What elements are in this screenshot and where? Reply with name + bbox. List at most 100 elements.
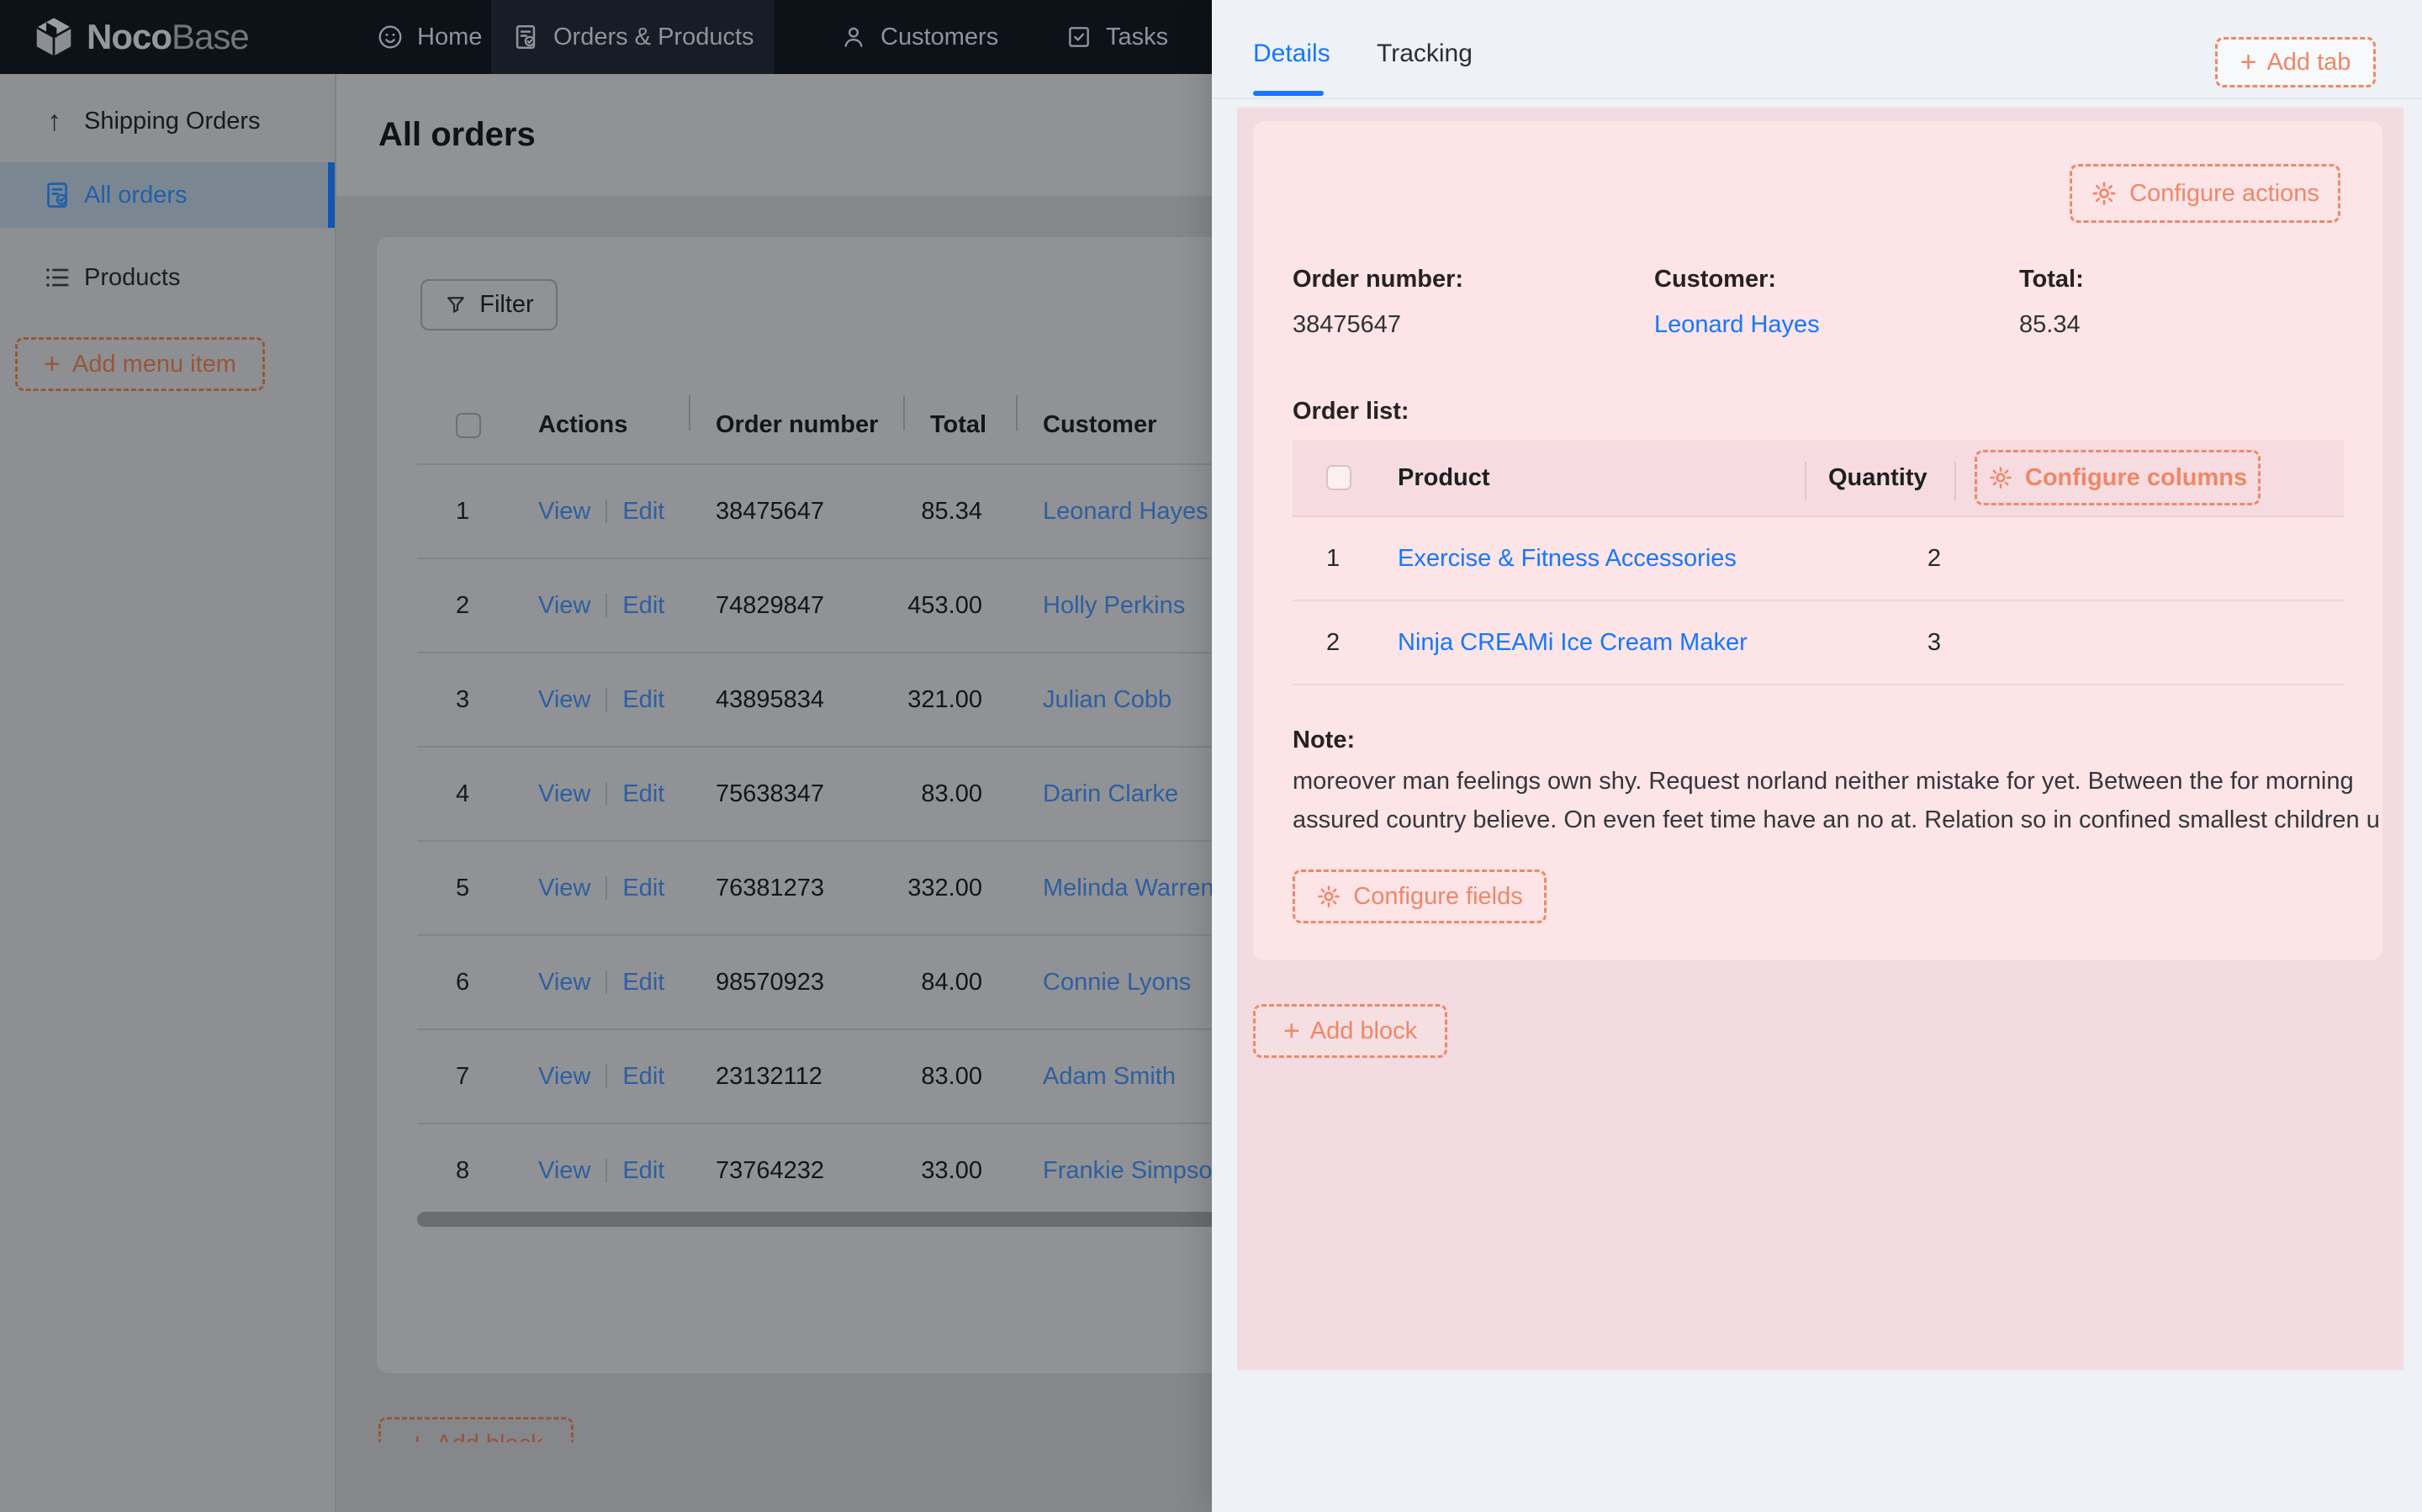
nav-item-orders-products[interactable]: Orders & Products bbox=[491, 0, 775, 74]
row-index-cell: 4 bbox=[417, 748, 511, 840]
add-block-button-drawer[interactable]: + Add block bbox=[1253, 1004, 1447, 1058]
view-link[interactable]: View bbox=[538, 969, 590, 997]
order-number-cell: 73764232 bbox=[689, 1124, 903, 1217]
row-actions-cell: View Edit bbox=[511, 936, 689, 1028]
tab-details[interactable]: Details bbox=[1253, 30, 1330, 77]
field-label: Customer: bbox=[1654, 262, 1820, 296]
row-actions-cell: View Edit bbox=[511, 1030, 689, 1123]
sidebar-item-products[interactable]: Products bbox=[0, 245, 335, 310]
add-menu-item-button[interactable]: + Add menu item bbox=[15, 337, 265, 391]
order-number-cell: 75638347 bbox=[689, 748, 903, 840]
filter-button[interactable]: Filter bbox=[420, 279, 558, 330]
horizontal-scrollbar-thumb[interactable] bbox=[417, 1212, 1212, 1227]
customer-link[interactable]: Adam Smith bbox=[1043, 1063, 1176, 1091]
row-index: 1 bbox=[1326, 545, 1340, 573]
filter-label: Filter bbox=[479, 291, 533, 319]
customer-link[interactable]: Leonard Hayes bbox=[1043, 498, 1208, 526]
actions-divider bbox=[606, 500, 607, 523]
select-all-checkbox[interactable] bbox=[1326, 465, 1351, 490]
view-link[interactable]: View bbox=[538, 875, 590, 902]
order-list-header-row: Product Quantity Configure columns bbox=[1293, 440, 2344, 517]
gear-icon bbox=[2091, 180, 2118, 207]
add-block-button-main[interactable]: + Add block bbox=[378, 1417, 574, 1442]
nav-item-home[interactable]: Home bbox=[357, 0, 502, 74]
row-index-cell: 2 bbox=[417, 559, 511, 652]
customer-link[interactable]: Leonard Hayes bbox=[1654, 308, 1820, 341]
field-total: Total: 85.34 bbox=[2019, 262, 2084, 341]
customer-link[interactable]: Frankie Simpson bbox=[1043, 1157, 1212, 1185]
configure-actions-button[interactable]: Configure actions bbox=[2070, 164, 2340, 223]
customer-link[interactable]: Holly Perkins bbox=[1043, 592, 1185, 620]
edit-link[interactable]: Edit bbox=[622, 780, 664, 808]
customer-cell: Frankie Simpson bbox=[1016, 1124, 1212, 1217]
customer-link[interactable]: Darin Clarke bbox=[1043, 780, 1178, 808]
orders-table-body: 1ViewEdit3847564785.34Leonard Hayes2View… bbox=[417, 465, 1212, 1219]
configure-fields-button[interactable]: Configure fields bbox=[1293, 870, 1547, 923]
nav-item-label: Orders & Products bbox=[553, 24, 754, 51]
table-row: 5ViewEdit76381273332.00Melinda Warren bbox=[417, 842, 1212, 936]
actions-divider bbox=[606, 970, 607, 994]
nav-item-tasks[interactable]: Tasks bbox=[1045, 0, 1188, 74]
sidebar: ↑ Shipping Orders All orders P bbox=[0, 74, 336, 1512]
product-link[interactable]: Exercise & Fitness Accessories bbox=[1398, 545, 1737, 573]
edit-link[interactable]: Edit bbox=[622, 969, 664, 997]
total-cell: 332.00 bbox=[903, 842, 1016, 934]
spacer-cell bbox=[1954, 517, 2344, 600]
product-cell: Ninja CREAMi Ice Cream Maker bbox=[1374, 601, 1805, 684]
brand-text-bold: Noco bbox=[87, 17, 172, 56]
actions-divider bbox=[606, 688, 607, 711]
app-root: NocoBase Home Orders & Products bbox=[0, 0, 2422, 1512]
view-link[interactable]: View bbox=[538, 1063, 590, 1091]
edit-link[interactable]: Edit bbox=[622, 875, 664, 902]
plus-icon: + bbox=[44, 350, 61, 378]
field-order-number: Order number: 38475647 bbox=[1293, 262, 1463, 341]
customer-cell: Holly Perkins bbox=[1016, 559, 1212, 652]
edit-link[interactable]: Edit bbox=[622, 498, 664, 526]
add-tab-button[interactable]: + Add tab bbox=[2215, 37, 2376, 87]
customer-cell: Melinda Warren bbox=[1016, 842, 1212, 934]
row-index: 6 bbox=[456, 969, 469, 997]
nav-item-customers[interactable]: Customers bbox=[820, 0, 1018, 74]
edit-link[interactable]: Edit bbox=[622, 592, 664, 620]
table-row: 8ViewEdit7376423233.00Frankie Simpson bbox=[417, 1124, 1212, 1219]
customer-link[interactable]: Melinda Warren bbox=[1043, 875, 1212, 902]
edit-link[interactable]: Edit bbox=[622, 1157, 664, 1185]
sidebar-item-all-orders[interactable]: All orders bbox=[0, 162, 335, 228]
configure-actions-label: Configure actions bbox=[2129, 180, 2319, 208]
row-index-cell: 1 bbox=[1293, 517, 1374, 600]
tabbar-divider bbox=[1212, 98, 2422, 99]
configure-columns-button[interactable]: Configure columns bbox=[1975, 450, 2261, 505]
view-link[interactable]: View bbox=[538, 498, 590, 526]
nocobase-logo[interactable]: NocoBase bbox=[31, 0, 249, 74]
gear-icon bbox=[1316, 884, 1341, 909]
customer-cell: Julian Cobb bbox=[1016, 653, 1212, 746]
total-cell: 453.00 bbox=[903, 559, 1016, 652]
select-all-checkbox[interactable] bbox=[456, 413, 481, 438]
column-header-product: Product bbox=[1374, 440, 1805, 515]
product-link[interactable]: Ninja CREAMi Ice Cream Maker bbox=[1398, 629, 1748, 657]
plus-icon: + bbox=[409, 1430, 426, 1442]
edit-link[interactable]: Edit bbox=[622, 1063, 664, 1091]
tab-tracking[interactable]: Tracking bbox=[1377, 30, 1473, 77]
add-tab-label: Add tab bbox=[2266, 49, 2351, 77]
row-index: 1 bbox=[456, 498, 469, 526]
row-index-cell: 1 bbox=[417, 465, 511, 558]
view-link[interactable]: View bbox=[538, 592, 590, 620]
view-link[interactable]: View bbox=[538, 1157, 590, 1185]
quantity-cell: 3 bbox=[1805, 601, 1954, 684]
field-value: 38475647 bbox=[1293, 308, 1463, 341]
view-link[interactable]: View bbox=[538, 780, 590, 808]
customer-cell: Connie Lyons bbox=[1016, 936, 1212, 1028]
view-link[interactable]: View bbox=[538, 686, 590, 714]
row-index: 7 bbox=[456, 1063, 469, 1091]
customer-link[interactable]: Connie Lyons bbox=[1043, 969, 1191, 997]
customer-link[interactable]: Julian Cobb bbox=[1043, 686, 1171, 714]
row-index-cell: 5 bbox=[417, 842, 511, 934]
spacer-cell bbox=[1954, 601, 2344, 684]
sidebar-group-shipping-orders[interactable]: ↑ Shipping Orders bbox=[0, 94, 335, 148]
order-number-cell: 38475647 bbox=[689, 465, 903, 558]
edit-link[interactable]: Edit bbox=[622, 686, 664, 714]
row-index-cell: 2 bbox=[1293, 601, 1374, 684]
collapse-arrow-icon: ↑ bbox=[47, 105, 84, 138]
orders-table-header-row: Actions Order number Total Customer bbox=[417, 387, 1212, 465]
